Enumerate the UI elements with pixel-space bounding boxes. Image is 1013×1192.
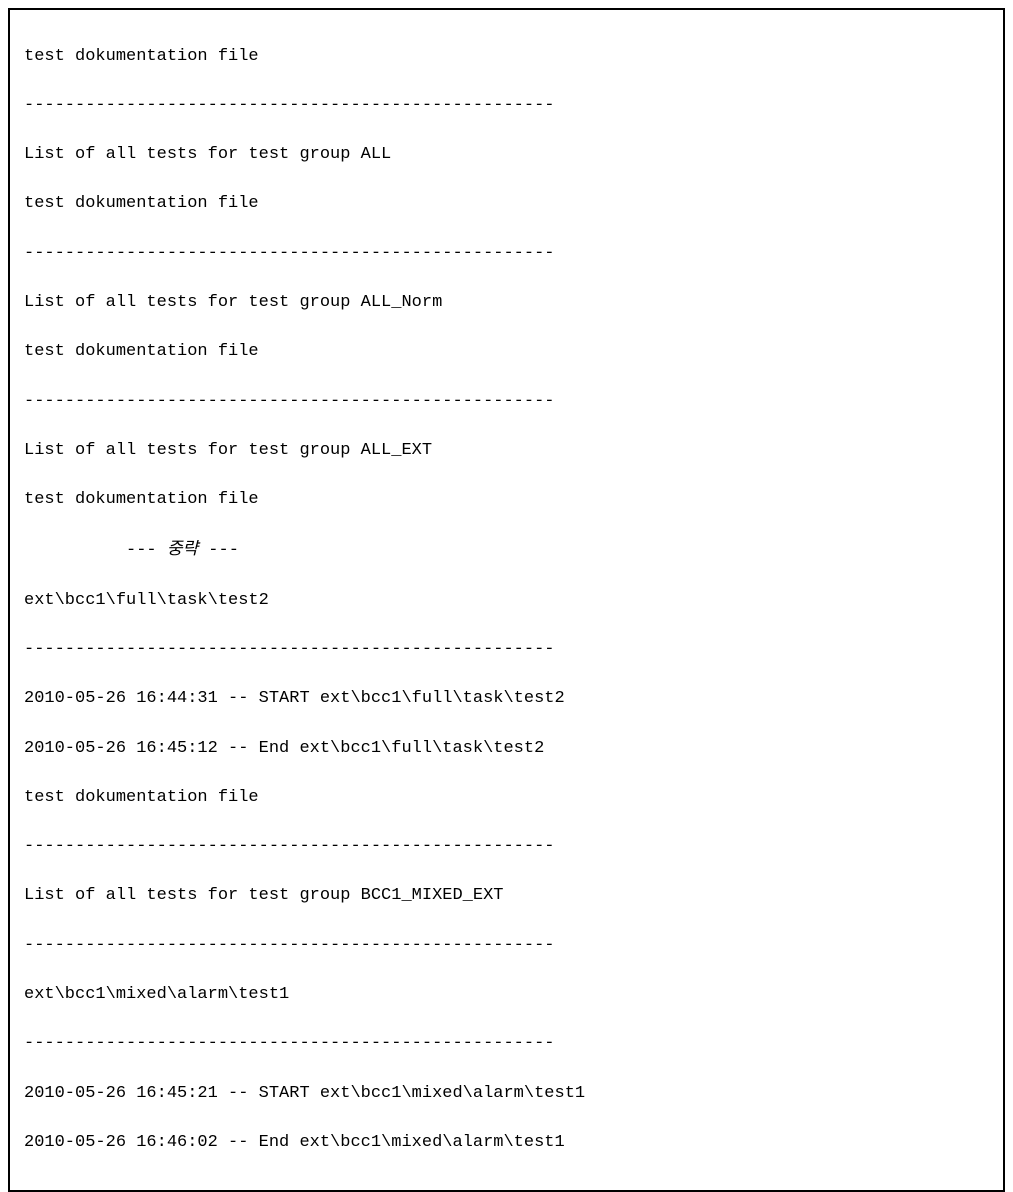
log-output-box: test dokumentation file ----------------… — [8, 8, 1005, 1192]
log-line-separator: ----------------------------------------… — [24, 242, 989, 267]
omitted-suffix: --- — [198, 541, 239, 560]
log-line-separator: ----------------------------------------… — [24, 390, 989, 415]
log-line-path: ext\bcc1\full\task\test2 — [24, 589, 989, 614]
log-line-timestamp-end: 2010-05-26 16:46:02 -- End ext\bcc1\mixe… — [24, 1131, 989, 1156]
log-line-separator: ----------------------------------------… — [24, 835, 989, 860]
log-line-separator: ----------------------------------------… — [24, 1032, 989, 1057]
log-line-header: test dokumentation file — [24, 488, 989, 513]
log-line-separator: ----------------------------------------… — [24, 94, 989, 119]
omitted-prefix: --- — [24, 541, 167, 560]
log-line-timestamp-start: 2010-05-26 16:45:21 -- START ext\bcc1\mi… — [24, 1082, 989, 1107]
log-line-separator: ----------------------------------------… — [24, 638, 989, 663]
log-line-omitted: --- 중략 --- — [24, 537, 989, 564]
log-line-header: test dokumentation file — [24, 192, 989, 217]
log-line-timestamp-start: 2010-05-26 16:44:31 -- START ext\bcc1\fu… — [24, 687, 989, 712]
log-line-group: List of all tests for test group ALL — [24, 143, 989, 168]
log-line-group: List of all tests for test group ALL_Nor… — [24, 291, 989, 316]
log-line-separator: ----------------------------------------… — [24, 934, 989, 959]
log-line-group: List of all tests for test group BCC1_MI… — [24, 884, 989, 909]
omitted-korean-text: 중략 — [167, 539, 198, 558]
log-line-timestamp-end: 2010-05-26 16:45:12 -- End ext\bcc1\full… — [24, 737, 989, 762]
log-line-path: ext\bcc1\mixed\alarm\test1 — [24, 983, 989, 1008]
log-line-group: List of all tests for test group ALL_EXT — [24, 439, 989, 464]
log-line-header: test dokumentation file — [24, 786, 989, 811]
log-line-header: test dokumentation file — [24, 45, 989, 70]
log-line-header: test dokumentation file — [24, 340, 989, 365]
